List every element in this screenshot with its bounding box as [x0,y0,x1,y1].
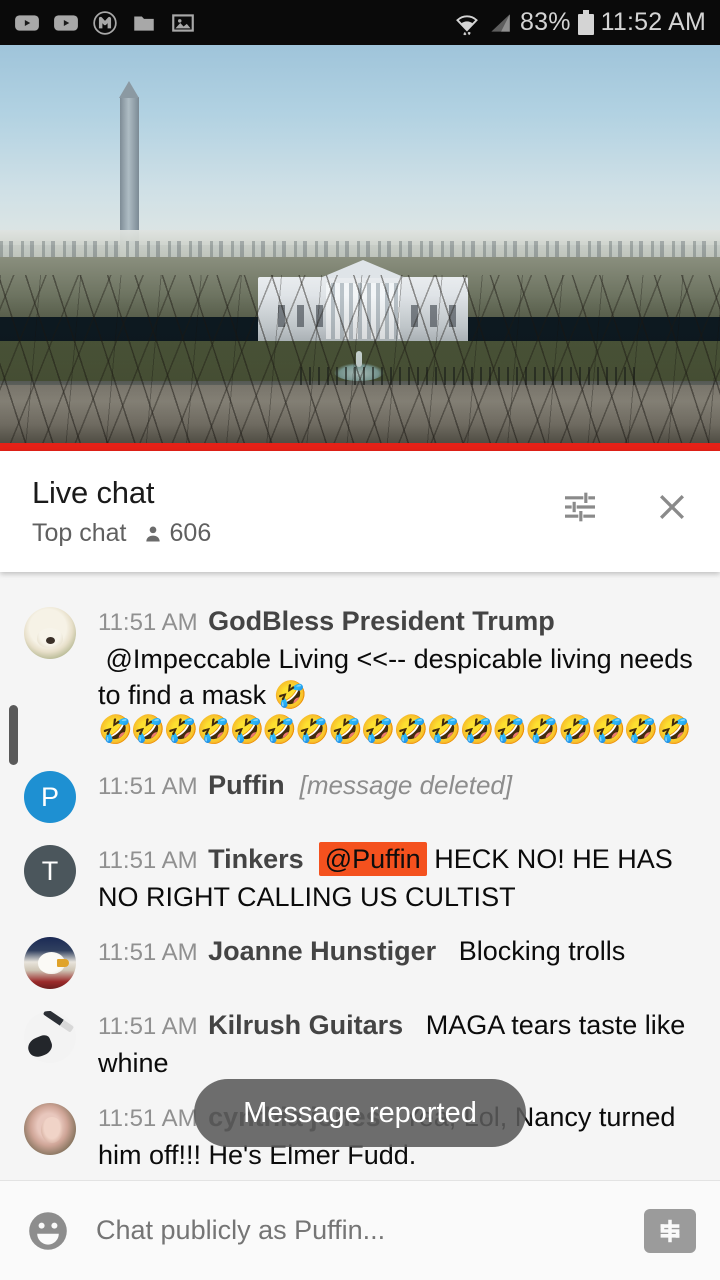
folder-icon [134,16,154,31]
message-author[interactable]: GodBless President Trump [208,606,555,636]
message-author[interactable]: Kilrush Guitars [208,1010,403,1040]
partially-scrolled-message [0,576,720,592]
message-timestamp: 11:51 AM [98,847,198,874]
cell-signal-icon [491,13,510,32]
message-text: Blocking trolls [458,936,626,966]
chat-message-body: 11:51 AM Puffin [message deleted] [76,767,698,823]
chat-settings-button[interactable] [560,487,600,527]
chat-message-body: 11:51 AM GodBless President Trump @Impec… [76,603,698,747]
message-author[interactable]: Puffin [208,770,284,800]
chat-message-body: 11:51 AM Kilrush Guitars MAGA tears tast… [76,1007,698,1081]
youtube-icon [15,14,39,31]
viewer-count: 606 [143,519,212,548]
chat-header: Live chat Top chat 606 [0,451,720,572]
message-mention[interactable]: @Puffin [318,842,427,876]
toast-notification: Message reported [194,1079,526,1147]
battery-percent: 83% [519,8,571,36]
chat-header-actions [560,487,696,527]
message-timestamp: 11:51 AM [98,1105,198,1132]
live-chat-panel: Live chat Top chat 606 11:51 AM GodBless… [0,451,720,1280]
photo-icon [172,13,194,32]
message-timestamp: 11:51 AM [98,1013,198,1040]
chat-message-body: 11:51 AM Tinkers @Puffin HECK NO! HE HAS… [76,841,698,915]
live-progress-bar[interactable] [0,443,720,451]
white-house-columns [326,283,400,339]
avatar-guitar-photo[interactable] [24,1011,76,1063]
chat-mode-label[interactable]: Top chat [32,519,127,548]
close-icon [659,494,685,520]
status-bar-notification-icons [14,10,196,36]
chat-message[interactable]: P 11:51 AM Puffin [message deleted] [0,758,720,832]
avatar-person-photo[interactable] [24,1103,76,1155]
video-player[interactable] [0,45,720,451]
viewer-count-value: 606 [169,519,212,547]
wifi-icon [456,14,478,35]
chat-message[interactable]: T 11:51 AM Tinkers @Puffin HECK NO! HE H… [0,832,720,924]
chat-message-body: 11:51 AM Joanne Hunstiger Blocking troll… [76,933,698,989]
chat-message[interactable]: 11:51 AM Joanne Hunstiger Blocking troll… [0,924,720,998]
message-timestamp: 11:51 AM [98,773,198,800]
close-chat-button[interactable] [652,487,692,527]
message-author[interactable]: Joanne Hunstiger [208,936,436,966]
message-author[interactable]: Tinkers [208,844,304,874]
dollar-superchat-icon [660,1219,680,1242]
clock: 11:52 AM [600,8,706,36]
m-circle-icon [93,10,117,35]
superchat-button[interactable] [644,1208,696,1253]
person-icon [145,526,160,541]
chat-message[interactable]: 11:51 AM Kilrush Guitars MAGA tears tast… [0,998,720,1090]
toast-message: Message reported [243,1096,477,1129]
status-bar-system-icons: 83% 11:52 AM [454,8,706,37]
message-timestamp: 11:51 AM [98,939,198,966]
chat-input[interactable] [96,1215,620,1246]
message-deleted-label: [message deleted] [299,770,513,800]
battery-icon [577,10,594,35]
plaza [0,385,720,451]
avatar-dog-photo[interactable] [24,607,76,659]
chat-composer [0,1180,720,1280]
avatar-initial-p[interactable]: P [24,771,76,823]
chat-message[interactable]: 11:51 AM GodBless President Trump @Impec… [0,592,720,758]
message-text: @Impeccable Living <<-- despicable livin… [98,644,693,710]
message-emoji-row: 🤣🤣🤣🤣🤣🤣🤣🤣🤣🤣🤣🤣🤣🤣🤣🤣🤣🤣 [98,714,692,745]
chat-header-titles: Live chat Top chat 606 [32,473,560,548]
page-title: Live chat [32,475,155,510]
message-timestamp: 11:51 AM [98,609,198,636]
emoji-smiley-icon[interactable] [24,1207,72,1255]
tune-sliders-icon [565,492,595,522]
avatar-eagle-photo[interactable] [24,937,76,989]
youtube-icon [54,14,78,31]
status-bar: 83% 11:52 AM [0,0,720,45]
sky [0,45,720,245]
white-house-building [258,277,468,349]
chat-header-subtitle: Top chat 606 [32,519,560,548]
avatar-initial-t[interactable]: T [24,845,76,897]
